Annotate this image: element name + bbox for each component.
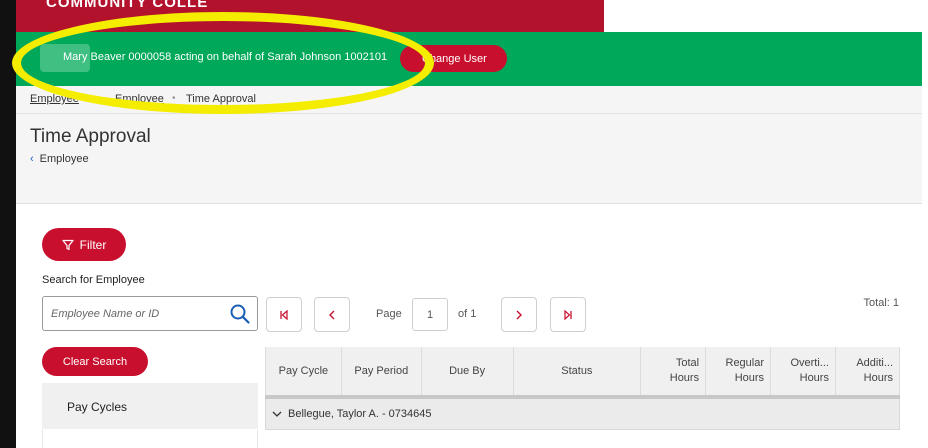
change-user-button[interactable]: Change User — [400, 45, 507, 72]
pay-cycles-label: Pay Cycles — [67, 400, 128, 414]
breadcrumb-employee-dashboard[interactable]: Employee — [30, 93, 79, 105]
column-due-by[interactable]: Due By — [421, 347, 514, 399]
column-regular-hours[interactable]: Regular Hours — [705, 347, 772, 399]
sidebar-panel — [42, 430, 258, 448]
chevron-left-icon: ‹ — [30, 153, 34, 165]
right-edge — [922, 0, 928, 448]
back-link[interactable]: ‹ Employee — [30, 153, 89, 165]
page-number-input[interactable]: 1 — [412, 298, 448, 331]
clear-search-button[interactable]: Clear Search — [42, 347, 148, 376]
time-approval-table: Pay Cycle Pay Period Due By Status Total… — [265, 347, 901, 430]
search-label: Search for Employee — [42, 274, 145, 286]
total-count: Total: 1 — [863, 297, 899, 309]
column-additional-hours[interactable]: Additi... Hours — [835, 347, 901, 399]
search-input[interactable] — [51, 305, 221, 323]
employee-group-row[interactable]: Bellegue, Taylor A. - 0734645 — [265, 396, 900, 430]
filter-icon — [62, 239, 74, 250]
next-page-button[interactable] — [501, 297, 537, 332]
column-pay-cycle[interactable]: Pay Cycle — [265, 347, 342, 399]
employee-group-label: Bellegue, Taylor A. - 0734645 — [288, 407, 432, 420]
breadcrumb-separator: • — [172, 93, 176, 104]
table-header-row: Pay Cycle Pay Period Due By Status Total… — [265, 347, 901, 399]
table-row[interactable]: Bellegue, Taylor A. - 0734645 — [265, 396, 900, 430]
breadcrumb-employee[interactable]: Employee — [115, 93, 164, 105]
breadcrumb-separator: • — [95, 93, 99, 104]
left-edge — [0, 0, 16, 448]
previous-page-button[interactable] — [314, 297, 350, 332]
filter-label: Filter — [79, 237, 107, 252]
last-page-icon — [564, 309, 572, 320]
back-link-label: Employee — [39, 153, 89, 165]
filter-button[interactable]: Filter — [42, 228, 126, 261]
column-status[interactable]: Status — [513, 347, 642, 399]
chevron-right-icon — [516, 310, 522, 319]
search-icon[interactable] — [229, 303, 251, 325]
page-title: Time Approval — [30, 126, 151, 147]
search-field — [42, 296, 258, 331]
chevron-down-icon — [272, 411, 282, 417]
chevron-left-icon — [329, 310, 335, 319]
column-overtime-hours[interactable]: Overti... Hours — [770, 347, 836, 399]
column-pay-period[interactable]: Pay Period — [341, 347, 422, 399]
page-label: Page — [376, 308, 402, 320]
college-banner: COMMUNITY COLLE — [16, 0, 604, 32]
last-page-button[interactable] — [550, 297, 586, 332]
first-page-icon — [280, 309, 288, 320]
breadcrumb-time-approval: Time Approval — [186, 93, 256, 105]
proxy-text: Mary Beaver 0000058 acting on behalf of … — [63, 51, 388, 63]
page-count: of 1 — [458, 308, 477, 320]
first-page-button[interactable] — [266, 297, 302, 332]
column-total-hours[interactable]: Total Hours — [640, 347, 707, 399]
page-header — [16, 114, 922, 204]
college-name: COMMUNITY COLLE — [46, 0, 209, 11]
